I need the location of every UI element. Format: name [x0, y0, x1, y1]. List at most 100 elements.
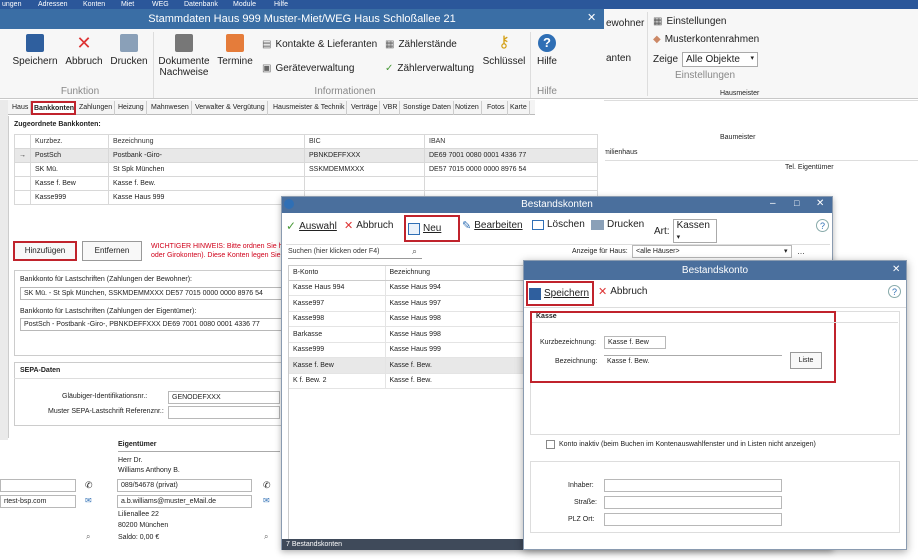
search-icon[interactable]: ⌕ — [86, 532, 90, 542]
drucken-button[interactable]: Drucken — [591, 219, 644, 230]
auswahl-button[interactable]: ✓ Auswahl — [286, 219, 337, 233]
menu-item-miet[interactable]: Miet — [121, 0, 134, 9]
row-pointer-icon: → — [14, 148, 31, 163]
tab-verwalter[interactable]: Verwalter & Vergütung — [193, 101, 268, 115]
liste-button[interactable]: Liste — [790, 352, 822, 369]
dokumente-button[interactable]: Dokumente Nachweise — [158, 34, 210, 78]
close-icon[interactable]: ✕ — [816, 198, 824, 209]
table-row[interactable]: SK Mü. St Spk München SSKMDEMMXXX DE57 7015… — [14, 162, 598, 177]
strasse-field[interactable] — [604, 496, 782, 509]
list-item[interactable]: Kasse Haus 994 Kasse Haus 994 — [289, 280, 527, 296]
loeschen-button[interactable]: Löschen — [532, 219, 585, 230]
tab-heizung[interactable]: Heizung — [116, 101, 147, 115]
close-icon[interactable]: ✕ — [892, 264, 900, 275]
art-select[interactable]: Kassen ▾ — [672, 219, 717, 243]
zaehlerstaende-button[interactable]: ▦ Zählerstände — [385, 39, 457, 50]
menu-item-adressen[interactable]: Adressen — [38, 0, 68, 9]
ribbon-right — [604, 9, 918, 99]
close-icon[interactable]: ✕ — [587, 11, 596, 24]
phone-icon[interactable]: ✆ — [263, 480, 271, 491]
milienhaus-text: milienhaus — [604, 149, 638, 156]
divider — [118, 451, 280, 452]
table-row[interactable]: → PostSch Postbank -Giro- PBNKDEFFXXX DE69 … — [14, 148, 598, 163]
kontakte-button[interactable]: ▤ Kontakte & Lieferanten — [262, 39, 377, 50]
inhaber-field[interactable] — [604, 479, 782, 492]
search-icon[interactable]: ⌕ — [412, 246, 417, 257]
anzeige-label: Anzeige für Haus: — [572, 248, 628, 255]
list-item[interactable]: Kasse998 Kasse Haus 998 — [289, 311, 527, 327]
mail-icon[interactable]: ✉ — [263, 496, 270, 505]
eigentuemer-phone[interactable]: 089/54678 (privat) — [117, 479, 252, 492]
edit-icon: ✎ — [462, 220, 472, 232]
search-icon[interactable]: ⌕ — [264, 532, 268, 542]
zeige-select[interactable]: Alle Objekte ▾ — [682, 52, 759, 67]
lastschrift-eigentuemer-field[interactable]: PostSch - Postbank -Giro-, PBNKDEFFXXX D… — [20, 318, 298, 331]
tab-fotos[interactable]: Fotos — [485, 101, 508, 115]
hinzufuegen-button[interactable]: Hinzufügen — [13, 241, 77, 261]
help-icon[interactable]: ? — [816, 219, 829, 232]
more-icon[interactable]: … — [797, 247, 805, 256]
bez-field[interactable]: Kasse f. Bew. — [604, 355, 782, 368]
mail-icon[interactable]: ✉ — [85, 496, 92, 505]
menu-item-konten[interactable]: Konten — [83, 0, 105, 9]
maximize-icon[interactable]: □ — [794, 198, 799, 208]
abbruch-button[interactable]: ✕ Abbruch — [344, 219, 393, 232]
schluessel-button[interactable]: ⚷ Schlüssel — [481, 34, 527, 67]
eigentuemer-saldo: Saldo: 0,00 € — [118, 534, 160, 541]
tab-bankkonten[interactable]: Bankkonten — [31, 101, 76, 115]
menu-item-datenbank[interactable]: Datenbank — [184, 0, 218, 9]
referenz-field[interactable] — [168, 406, 280, 419]
tab-vbr[interactable]: VBR — [381, 101, 401, 115]
abbruch-button[interactable]: ✕ Abbruch — [62, 34, 106, 67]
bearbeiten-button[interactable]: ✎ Bearbeiten — [462, 219, 523, 232]
tab-hausmeister[interactable]: Hausmeister & Technik — [271, 101, 348, 115]
lastschrift-bewohner-field[interactable]: SK Mü. - St Spk München, SSKMDEMMXXX DE5… — [20, 287, 298, 300]
left-email-field[interactable]: rtest-bsp.com — [0, 495, 76, 508]
einstellungen-button[interactable]: ▦ Einstellungen — [653, 16, 727, 27]
menu-item-module[interactable]: Module — [233, 0, 256, 9]
list-item[interactable]: K f. Bew. 2 Kasse f. Bew. — [289, 373, 527, 389]
save-icon — [529, 287, 541, 300]
col-bezeichnung: Bezeichnung — [385, 266, 527, 281]
speichern-button[interactable]: Speichern — [526, 281, 594, 306]
list-item[interactable]: Kasse997 Kasse Haus 997 — [289, 295, 527, 312]
tab-sonstige[interactable]: Sonstige Daten — [401, 101, 454, 115]
geraete-button[interactable]: ▣ Geräteverwaltung — [262, 63, 354, 74]
kurz-field[interactable]: Kasse f. Bew — [604, 336, 666, 349]
tab-karte[interactable]: Karte — [508, 101, 530, 115]
tab-notizen[interactable]: Notizen — [453, 101, 482, 115]
abbruch-button[interactable]: ✕ Abbruch — [598, 285, 647, 298]
bank-table: Kurzbez. Bezeichnung BIC IBAN → PostSch P… — [14, 134, 598, 205]
plz-field[interactable] — [604, 513, 782, 526]
tab-vertraege[interactable]: Verträge — [349, 101, 381, 115]
menu-item[interactable]: ungen — [2, 0, 21, 9]
minimize-icon[interactable]: – — [770, 198, 776, 209]
tab-mahnwesen[interactable]: Mahnwesen — [149, 101, 192, 115]
phone-icon[interactable]: ✆ — [85, 480, 93, 491]
eigentuemer-email[interactable]: a.b.williams@muster_eMail.de — [117, 495, 252, 508]
hilfe-button[interactable]: ? Hilfe — [533, 34, 561, 67]
drucken-button[interactable]: Drucken — [108, 34, 150, 67]
menu-item-hilfe[interactable]: Hilfe — [274, 0, 288, 9]
tab-haus[interactable]: Haus — [10, 101, 32, 115]
entfernen-button[interactable]: Entfernen — [82, 241, 142, 261]
list-item-selected[interactable]: Kasse f. Bew Kasse f. Bew. — [289, 357, 527, 374]
zaehlerverwaltung-button[interactable]: ✓ Zählerverwaltung — [385, 63, 474, 74]
anzeige-select[interactable]: <alle Häuser> — [632, 245, 792, 258]
glaeubiger-field[interactable]: GENODEFXXX — [168, 391, 280, 404]
search-input[interactable]: Suchen (hier klicken oder F4) — [288, 248, 379, 255]
list-item[interactable]: Kasse999 Kasse Haus 999 — [289, 342, 527, 358]
left-phone-field[interactable] — [0, 479, 76, 492]
table-row[interactable]: Kasse f. Bew Kasse f. Bew. — [14, 176, 598, 191]
termine-button[interactable]: Termine — [214, 34, 256, 67]
inaktiv-checkbox[interactable] — [546, 440, 555, 449]
chevron-down-icon[interactable]: ▾ — [784, 247, 788, 255]
list-item[interactable]: Barkasse Kasse Haus 998 — [289, 326, 527, 343]
neu-button[interactable]: Neu — [404, 215, 460, 242]
speichern-button[interactable]: Speichern — [12, 34, 58, 67]
tab-zahlungen[interactable]: Zahlungen — [77, 101, 116, 115]
menu-item-weg[interactable]: WEG — [152, 0, 169, 9]
help-icon[interactable]: ? — [888, 285, 901, 298]
musterkontenrahmen-button[interactable]: ◆ Musterkontenrahmen — [653, 34, 759, 45]
inaktiv-row[interactable]: Konto inaktiv (beim Buchen im Kontenausw… — [546, 440, 816, 449]
